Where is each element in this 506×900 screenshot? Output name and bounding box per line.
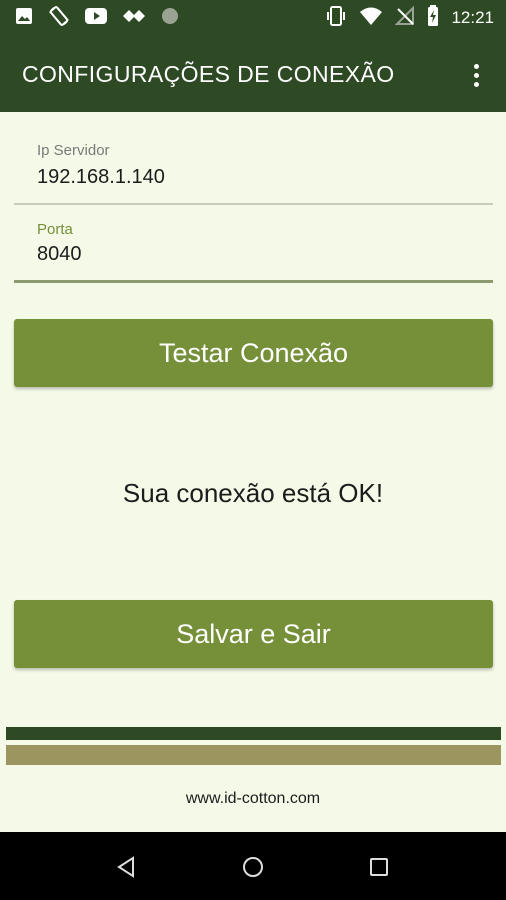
app-bar: CONFIGURAÇÕES DE CONEXÃO bbox=[0, 36, 506, 112]
ip-field-underline bbox=[14, 203, 493, 205]
port-field-underline bbox=[14, 280, 493, 283]
status-time: 12:21 bbox=[451, 8, 494, 27]
port-field[interactable]: Porta 8040 bbox=[14, 218, 493, 284]
port-field-value[interactable]: 8040 bbox=[37, 243, 82, 266]
status-left-icons bbox=[14, 5, 180, 32]
youtube-icon bbox=[84, 7, 108, 30]
save-and-exit-button[interactable]: Salvar e Sair bbox=[14, 600, 493, 668]
ip-field-value[interactable]: 192.168.1.140 bbox=[37, 166, 165, 189]
test-connection-button[interactable]: Testar Conexão bbox=[14, 319, 493, 387]
wifi-icon bbox=[359, 6, 383, 31]
no-signal-icon bbox=[395, 5, 415, 31]
recent-apps-icon[interactable] bbox=[364, 852, 394, 882]
back-icon[interactable] bbox=[112, 852, 142, 882]
port-field-label: Porta bbox=[37, 221, 73, 238]
connection-status-message: Sua conexão está OK! bbox=[122, 478, 384, 508]
footer-stripe-tan bbox=[6, 745, 501, 765]
screen-rotation-icon bbox=[48, 5, 70, 32]
navigation-bar bbox=[0, 832, 506, 900]
dot-icon bbox=[160, 6, 180, 31]
ip-field-label: Ip Servidor bbox=[37, 142, 110, 159]
page-title: CONFIGURAÇÕES DE CONEXÃO bbox=[22, 61, 395, 87]
status-bar: 12:21 bbox=[0, 0, 506, 36]
ip-field[interactable]: Ip Servidor 192.168.1.140 bbox=[14, 138, 493, 206]
status-right-icons: 12:21 bbox=[325, 4, 494, 32]
app-icon bbox=[122, 8, 146, 29]
image-icon bbox=[14, 6, 34, 31]
website-link[interactable]: www.id-cotton.com bbox=[0, 790, 506, 808]
footer-stripe-dark bbox=[6, 727, 501, 740]
home-icon[interactable] bbox=[238, 852, 268, 882]
vibrate-icon bbox=[325, 5, 347, 32]
more-vert-icon[interactable] bbox=[464, 60, 488, 90]
battery-charging-icon bbox=[427, 4, 439, 32]
